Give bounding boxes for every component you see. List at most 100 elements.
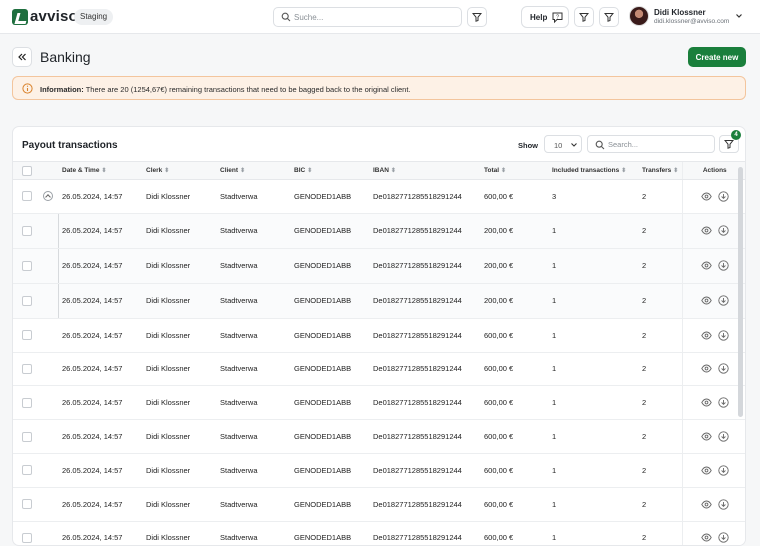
filter-button-1[interactable] <box>574 7 594 27</box>
row-select-cell[interactable] <box>13 180 43 214</box>
collapse-back-button[interactable] <box>12 47 32 67</box>
help-button[interactable]: Help ? <box>521 6 569 28</box>
download-icon[interactable] <box>718 397 729 408</box>
avviso-logo-icon[interactable] <box>12 9 28 25</box>
cell-iban: De0182771285518291244 <box>373 420 484 454</box>
create-new-button[interactable]: Create new <box>688 47 746 67</box>
row-select-cell[interactable] <box>13 420 43 454</box>
row-select-cell[interactable] <box>13 521 43 546</box>
sort-icon[interactable]: ⬍ <box>673 167 678 174</box>
table-row[interactable]: 26.05.2024, 14:57Didi KlossnerStadtverwa… <box>13 248 746 283</box>
row-select-cell[interactable] <box>13 248 43 283</box>
row-checkbox[interactable] <box>22 432 32 442</box>
download-icon[interactable] <box>718 363 729 374</box>
row-checkbox[interactable] <box>22 499 32 509</box>
eye-icon[interactable] <box>701 261 712 270</box>
chevron-down-icon[interactable] <box>735 12 743 20</box>
table-row[interactable]: 26.05.2024, 14:57Didi KlossnerStadtverwa… <box>13 420 746 454</box>
table-row[interactable]: 26.05.2024, 14:57Didi KlossnerStadtverwa… <box>13 352 746 386</box>
table-row[interactable]: 26.05.2024, 14:57Didi KlossnerStadtverwa… <box>13 386 746 420</box>
row-checkbox[interactable] <box>22 226 32 236</box>
column-header-clerk[interactable]: Clerk⬍ <box>146 162 220 180</box>
download-icon[interactable] <box>718 532 729 543</box>
column-header-included[interactable]: Included transactions⬍ <box>552 162 642 180</box>
eye-icon[interactable] <box>701 500 712 509</box>
row-checkbox[interactable] <box>22 296 32 306</box>
column-label: BIC <box>294 167 305 174</box>
download-icon[interactable] <box>718 260 729 271</box>
row-select-cell[interactable] <box>13 213 43 248</box>
download-icon[interactable] <box>718 191 729 202</box>
row-select-cell[interactable] <box>13 283 43 318</box>
download-icon[interactable] <box>718 330 729 341</box>
table-row[interactable]: 26.05.2024, 14:57Didi KlossnerStadtverwa… <box>13 180 746 214</box>
column-header-client[interactable]: Client⬍ <box>220 162 294 180</box>
eye-icon[interactable] <box>701 226 712 235</box>
global-search-input[interactable] <box>294 10 454 24</box>
sort-icon[interactable]: ⬍ <box>307 167 312 174</box>
sort-icon[interactable]: ⬍ <box>501 167 506 174</box>
cell-included: 1 <box>552 521 642 546</box>
row-expander-cell <box>43 521 62 546</box>
eye-icon[interactable] <box>701 296 712 305</box>
row-checkbox[interactable] <box>22 533 32 543</box>
row-checkbox[interactable] <box>22 364 32 374</box>
user-avatar[interactable] <box>629 6 649 26</box>
filter-button-2[interactable] <box>599 7 619 27</box>
table-row[interactable]: 26.05.2024, 14:57Didi KlossnerStadtverwa… <box>13 453 746 487</box>
row-select-cell[interactable] <box>13 453 43 487</box>
row-select-cell[interactable] <box>13 318 43 352</box>
row-checkbox[interactable] <box>22 398 32 408</box>
user-name[interactable]: Didi Klossner <box>654 8 706 17</box>
table-search[interactable] <box>587 135 715 153</box>
table-scrollbar[interactable] <box>738 167 743 417</box>
eye-icon[interactable] <box>701 192 712 201</box>
row-select-cell[interactable] <box>13 487 43 521</box>
row-checkbox[interactable] <box>22 330 32 340</box>
table-search-input[interactable] <box>608 138 708 151</box>
cell-bic: GENODED1ABB <box>294 453 373 487</box>
global-filter-button[interactable] <box>467 7 487 27</box>
table-row[interactable]: 26.05.2024, 14:57Didi KlossnerStadtverwa… <box>13 521 746 546</box>
eye-icon[interactable] <box>701 364 712 373</box>
eye-icon[interactable] <box>701 432 712 441</box>
cell-total: 200,00 € <box>484 283 552 318</box>
sort-icon[interactable]: ⬍ <box>240 167 245 174</box>
eye-icon[interactable] <box>701 466 712 475</box>
cell-client: Stadtverwa <box>220 453 294 487</box>
row-select-cell[interactable] <box>13 386 43 420</box>
column-header-total[interactable]: Total⬍ <box>484 162 552 180</box>
download-icon[interactable] <box>718 431 729 442</box>
select-all-checkbox[interactable] <box>22 166 32 176</box>
sort-icon[interactable]: ⬍ <box>164 167 169 174</box>
row-checkbox[interactable] <box>22 261 32 271</box>
global-search[interactable] <box>273 7 462 27</box>
table-row[interactable]: 26.05.2024, 14:57Didi KlossnerStadtverwa… <box>13 283 746 318</box>
table-row[interactable]: 26.05.2024, 14:57Didi KlossnerStadtverwa… <box>13 318 746 352</box>
select-all-cell[interactable] <box>13 162 43 180</box>
row-checkbox[interactable] <box>22 191 32 201</box>
eye-icon[interactable] <box>701 398 712 407</box>
table-row[interactable]: 26.05.2024, 14:57Didi KlossnerStadtverwa… <box>13 487 746 521</box>
page-size-select[interactable]: 10 <box>544 135 582 153</box>
download-icon[interactable] <box>718 499 729 510</box>
brand-name[interactable]: avviso <box>30 8 78 25</box>
cell-bic: GENODED1ABB <box>294 248 373 283</box>
column-header-transfers[interactable]: Transfers⬍ <box>642 162 682 180</box>
download-icon[interactable] <box>718 465 729 476</box>
cell-clerk: Didi Klossner <box>146 352 220 386</box>
sort-icon[interactable]: ⬍ <box>391 167 396 174</box>
sort-icon[interactable]: ⬍ <box>621 167 626 174</box>
row-checkbox[interactable] <box>22 465 32 475</box>
table-row[interactable]: 26.05.2024, 14:57Didi KlossnerStadtverwa… <box>13 213 746 248</box>
collapse-row-icon[interactable] <box>43 191 53 201</box>
column-header-iban[interactable]: IBAN⬍ <box>373 162 484 180</box>
eye-icon[interactable] <box>701 533 712 542</box>
column-header-bic[interactable]: BIC⬍ <box>294 162 373 180</box>
sort-icon[interactable]: ⬍ <box>101 167 106 174</box>
download-icon[interactable] <box>718 225 729 236</box>
column-header-date[interactable]: Date & Time⬍ <box>62 162 146 180</box>
eye-icon[interactable] <box>701 331 712 340</box>
download-icon[interactable] <box>718 295 729 306</box>
row-select-cell[interactable] <box>13 352 43 386</box>
